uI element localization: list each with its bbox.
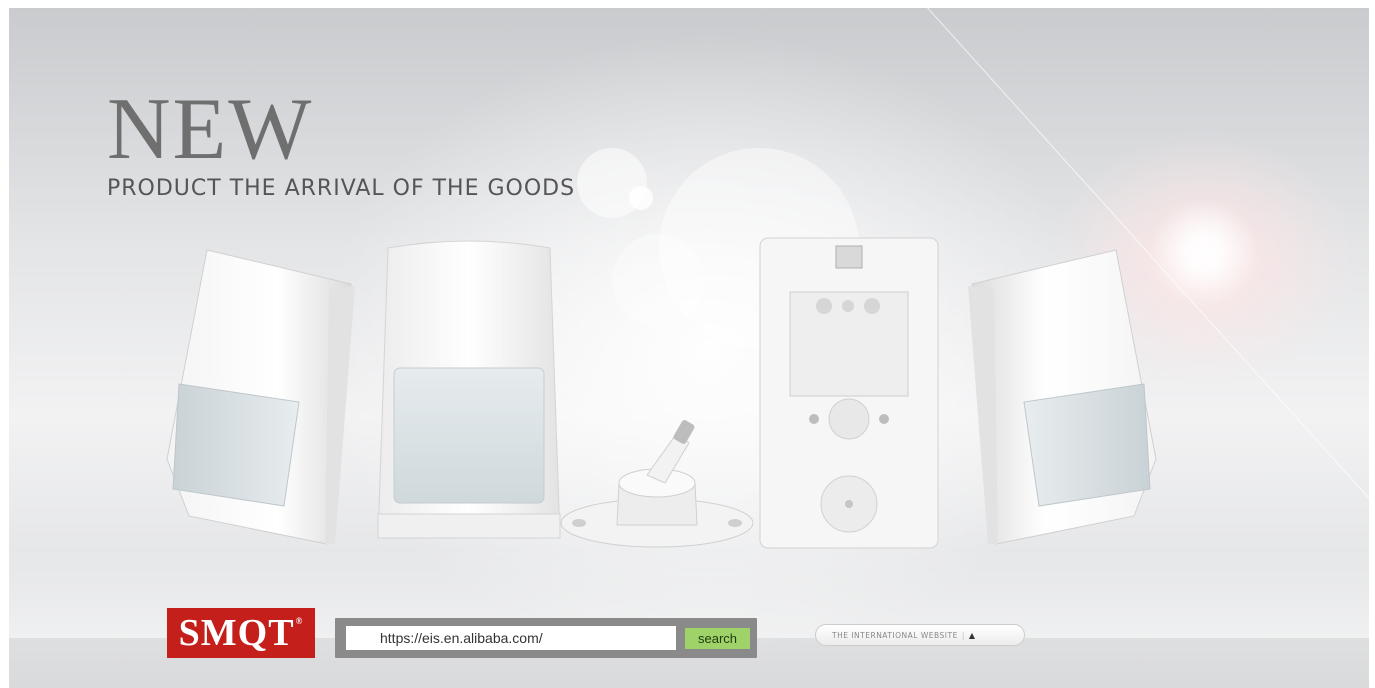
smqt-logo[interactable]: SMQT® <box>167 608 315 658</box>
light-flare <box>1149 198 1259 308</box>
headline-new: NEW <box>107 81 314 178</box>
sensor-wall-bracket-image <box>557 413 757 553</box>
pir-sensor-angled-left-image <box>159 244 359 564</box>
search-input[interactable] <box>346 626 676 650</box>
divider: | <box>961 631 965 640</box>
hero-banner: NEW PRODUCT THE ARRIVAL OF THE GOODS SMQ… <box>9 8 1369 688</box>
search-bar: search <box>335 618 757 658</box>
pir-sensor-front-image <box>374 238 564 548</box>
registered-mark: ® <box>295 616 304 626</box>
headline-tagline: PRODUCT THE ARRIVAL OF THE GOODS <box>107 176 576 201</box>
international-website-dropdown[interactable]: THE INTERNATIONAL WEBSITE | ▲ <box>815 624 1025 646</box>
pir-sensor-angled-right-image <box>964 244 1164 564</box>
search-button[interactable]: search <box>685 628 750 649</box>
international-website-label: THE INTERNATIONAL WEBSITE <box>832 631 958 640</box>
caret-up-icon: ▲ <box>968 631 976 640</box>
sensor-back-plate-image <box>754 234 944 554</box>
decorative-bubble <box>612 234 704 326</box>
hero-headline: NEW PRODUCT THE ARRIVAL OF THE GOODS <box>107 81 576 202</box>
decorative-bubble <box>629 186 653 210</box>
logo-text: SMQT <box>178 612 295 654</box>
